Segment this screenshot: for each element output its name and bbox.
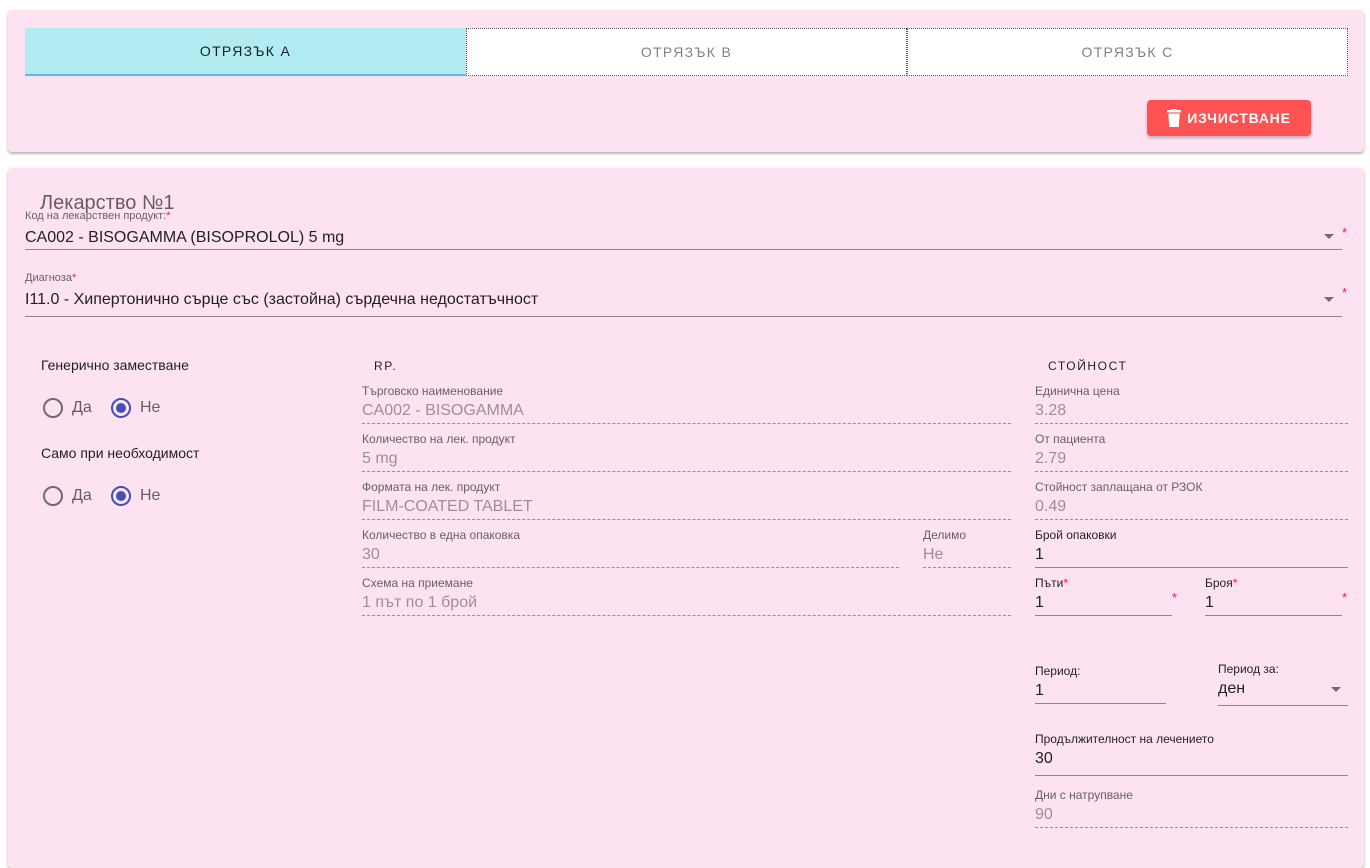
patient-share-underline [1035,471,1348,472]
times-label: Пъти* [1035,576,1068,590]
diagnosis-label: Диагноза* [25,272,77,284]
generic-yes-label: Да [72,399,92,416]
rzok-underline [1035,519,1348,520]
generic-substitution-label: Генерично заместване [41,357,189,373]
patient-share-label: От пациента [1035,432,1106,446]
rzok-field: 0.49 [1035,498,1067,515]
period-for-underline [1218,705,1348,706]
chevron-down-icon[interactable] [1324,234,1334,239]
as-needed-no-radio[interactable] [111,486,131,506]
chevron-down-icon[interactable] [1331,687,1341,692]
divisible-underline [923,567,1011,568]
scheme-label: Схема на приемане [362,576,473,590]
count-input[interactable]: 1 [1205,594,1214,612]
trash-icon [1167,109,1182,127]
unit-price-label: Единична цена [1035,384,1120,398]
packs-input[interactable]: 1 [1035,546,1044,564]
as-needed-yes-label: Да [72,487,92,504]
pack-qty-underline [362,567,899,568]
tab-otryazak-c[interactable]: ОТРЯЗЪК С [907,28,1348,76]
scheme-underline [362,615,1011,616]
packs-underline [1035,567,1348,568]
as-needed-label: Само при необходимост [41,445,200,461]
form-field: FILM-COATED TABLET [362,498,533,515]
quantity-label: Количество на лек. продукт [362,432,516,446]
required-star: * [1172,590,1178,605]
days-accum-field: 90 [1035,806,1053,823]
packs-label: Брой опаковки [1035,528,1117,542]
duration-underline [1035,775,1348,776]
generic-yes-radio[interactable] [43,398,63,418]
duration-input[interactable]: 30 [1035,750,1053,768]
chevron-down-icon[interactable] [1324,297,1334,302]
unit-price-field: 3.28 [1035,402,1067,419]
times-underline [1035,615,1172,616]
count-underline [1205,615,1342,616]
pack-qty-label: Количество в една опаковка [362,528,520,542]
quantity-field: 5 mg [362,450,398,467]
divisible-label: Делимо [923,528,967,542]
tabs-card: ОТРЯЗЪК А ОТРЯЗЪК В ОТРЯЗЪК С ИЗЧИСТВАНЕ [8,10,1364,152]
clear-button-label: ИЗЧИСТВАНЕ [1187,110,1291,126]
rp-title: RP. [374,359,398,373]
pack-qty-field: 30 [362,546,380,563]
required-star: * [1342,285,1348,300]
tab-otryazak-b[interactable]: ОТРЯЗЪК В [466,28,907,76]
product-code-underline [25,249,1342,250]
days-accum-underline [1035,827,1348,828]
tab-otryazak-a[interactable]: ОТРЯЗЪК А [25,28,466,76]
count-label: Броя* [1205,576,1238,590]
generic-no-label: Не [140,399,161,416]
rzok-label: Стойност заплащана от РЗОК [1035,480,1203,494]
form-label: Формата на лек. продукт [362,480,501,494]
patient-share-field: 2.79 [1035,450,1067,467]
trade-name-underline [362,423,1011,424]
generic-no-radio[interactable] [111,398,131,418]
cost-title: СТОЙНОСТ [1048,359,1128,373]
period-for-select[interactable]: ден [1218,680,1245,698]
period-label: Период: [1035,664,1081,678]
period-for-label: Период за: [1218,662,1279,676]
medicine-card: Лекарство №1 Код на лекарствен продукт:*… [8,168,1364,868]
as-needed-yes-radio[interactable] [43,486,63,506]
period-input[interactable]: 1 [1035,682,1044,700]
duration-label: Продължителност на лечението [1035,732,1214,746]
diagnosis-underline [25,316,1342,317]
required-star: * [1342,590,1348,605]
scheme-field: 1 път по 1 брой [362,594,478,611]
form-underline [362,519,1011,520]
divisible-field: Не [923,546,944,563]
period-underline [1035,703,1166,704]
trade-name-field: CA002 - BISOGAMMA [362,402,524,419]
trade-name-label: Търговско наименование [362,384,504,398]
diagnosis-select[interactable]: I11.0 - Хипертонично сърце със (застойна… [25,291,538,309]
days-accum-label: Дни с натрупване [1035,788,1133,802]
unit-price-underline [1035,423,1348,424]
product-code-select[interactable]: CA002 - BISOGAMMA (BISOPROLOL) 5 mg [25,229,344,247]
times-input[interactable]: 1 [1035,594,1044,612]
product-code-label: Код на лекарствен продукт:* [25,210,171,222]
quantity-underline [362,471,1011,472]
clear-button[interactable]: ИЗЧИСТВАНЕ [1147,100,1311,136]
required-star: * [1342,225,1348,240]
as-needed-no-label: Не [140,487,161,504]
